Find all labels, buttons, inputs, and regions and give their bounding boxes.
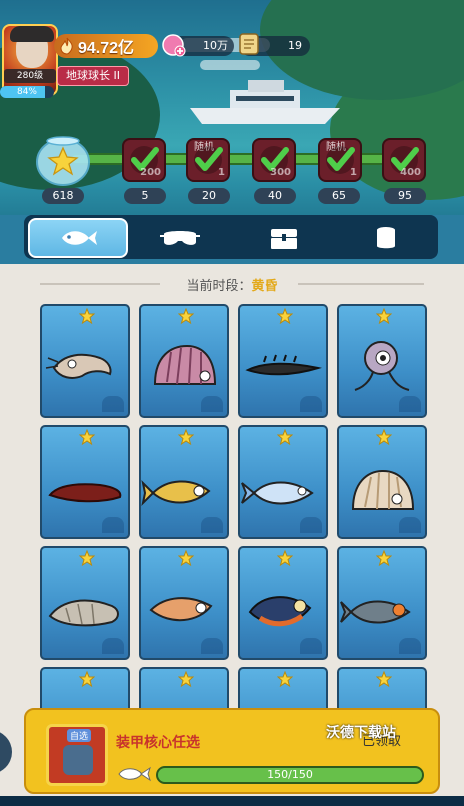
star-icon	[79, 429, 95, 445]
tab-goggles[interactable]	[130, 218, 230, 258]
player-title-badge[interactable]: 地球球长 II	[57, 66, 129, 86]
boat-illustration	[190, 80, 340, 124]
fish-card[interactable]	[40, 304, 130, 418]
cup-icon	[377, 227, 395, 249]
scroll-icon	[239, 33, 259, 55]
milestone-threshold: 300	[270, 167, 291, 178]
star-icon	[376, 429, 392, 445]
milestone-reward-5[interactable]: 400	[382, 138, 426, 182]
gem-resource[interactable]: 10万	[162, 34, 234, 57]
milestone-reward-3[interactable]: 300	[252, 138, 296, 182]
watermark-text: 沃德下载站	[326, 725, 396, 741]
fish-card[interactable]	[139, 425, 229, 539]
tab-fish[interactable]	[28, 218, 128, 258]
armor-core-chest-icon: 自选	[46, 724, 108, 786]
player-level: 280级	[4, 69, 56, 83]
power-value: 94.72亿	[78, 40, 135, 57]
star-icon	[178, 550, 194, 566]
star-icon	[376, 308, 392, 324]
star-icon	[376, 550, 392, 566]
gem-value: 10万	[203, 39, 228, 52]
milestone-count-3: 40	[254, 188, 296, 204]
fish-card[interactable]	[337, 304, 427, 418]
exp-percent: 84%	[16, 87, 37, 97]
time-period: 当前时段：黄昏	[0, 275, 464, 294]
time-period-value: 黄昏	[251, 279, 278, 294]
star-icon	[277, 671, 293, 687]
star-icon	[277, 429, 293, 445]
fishbowl-star-icon[interactable]	[32, 132, 94, 188]
milestone-reward-1[interactable]: 200	[122, 138, 166, 182]
star-icon	[178, 671, 194, 687]
scroll-value: 19	[288, 39, 302, 52]
milestone-threshold: 200	[140, 167, 161, 178]
milestone-reward-4[interactable]: 随机 1	[318, 138, 362, 182]
tab-cup[interactable]	[336, 218, 436, 258]
star-icon	[79, 308, 95, 324]
chest-icon	[271, 229, 297, 249]
milestone-count-4: 65	[318, 188, 360, 204]
tab-chest[interactable]	[234, 218, 334, 258]
bottom-strip	[0, 796, 464, 806]
fish-card[interactable]	[139, 304, 229, 418]
reward-banner[interactable]: 自选 装甲核心任选 已领取 沃德下载站 150/150	[24, 708, 440, 794]
star-icon	[79, 671, 95, 687]
fish-card[interactable]	[337, 425, 427, 539]
fish-card[interactable]	[238, 546, 328, 660]
power-display: 94.72亿	[54, 34, 158, 58]
flame-icon	[60, 37, 73, 55]
milestone-reward-2[interactable]: 随机 1	[186, 138, 230, 182]
star-icon	[277, 550, 293, 566]
fish-card[interactable]	[139, 546, 229, 660]
milestone-threshold: 1	[350, 167, 357, 178]
star-icon	[376, 671, 392, 687]
fish-card[interactable]	[40, 546, 130, 660]
milestone-threshold: 400	[400, 167, 421, 178]
star-icon	[277, 308, 293, 324]
fish-icon	[62, 231, 97, 245]
milestone-threshold: 1	[218, 167, 225, 178]
self-select-tag: 自选	[67, 729, 92, 742]
exp-progress-bar: 84%	[0, 86, 54, 98]
gem-plus-icon	[162, 34, 186, 57]
milestone-count-0: 618	[42, 188, 84, 204]
goggles-icon	[160, 231, 200, 245]
reward-progress-label: 150/150	[267, 768, 313, 781]
reward-name: 装甲核心任选	[116, 735, 200, 751]
fish-card[interactable]	[238, 425, 328, 539]
milestone-count-5: 95	[384, 188, 426, 204]
fish-card[interactable]	[238, 304, 328, 418]
milestone-count-1: 5	[124, 188, 166, 204]
star-icon	[178, 429, 194, 445]
fish-card[interactable]	[40, 425, 130, 539]
reward-progress-bar: 150/150	[156, 766, 424, 784]
time-period-label: 当前时段：	[186, 279, 252, 294]
milestone-count-2: 20	[188, 188, 230, 204]
scroll-resource[interactable]: 19	[239, 33, 310, 56]
star-icon	[178, 308, 194, 324]
fish-icon	[118, 766, 151, 782]
star-icon	[79, 550, 95, 566]
fish-card[interactable]	[337, 546, 427, 660]
